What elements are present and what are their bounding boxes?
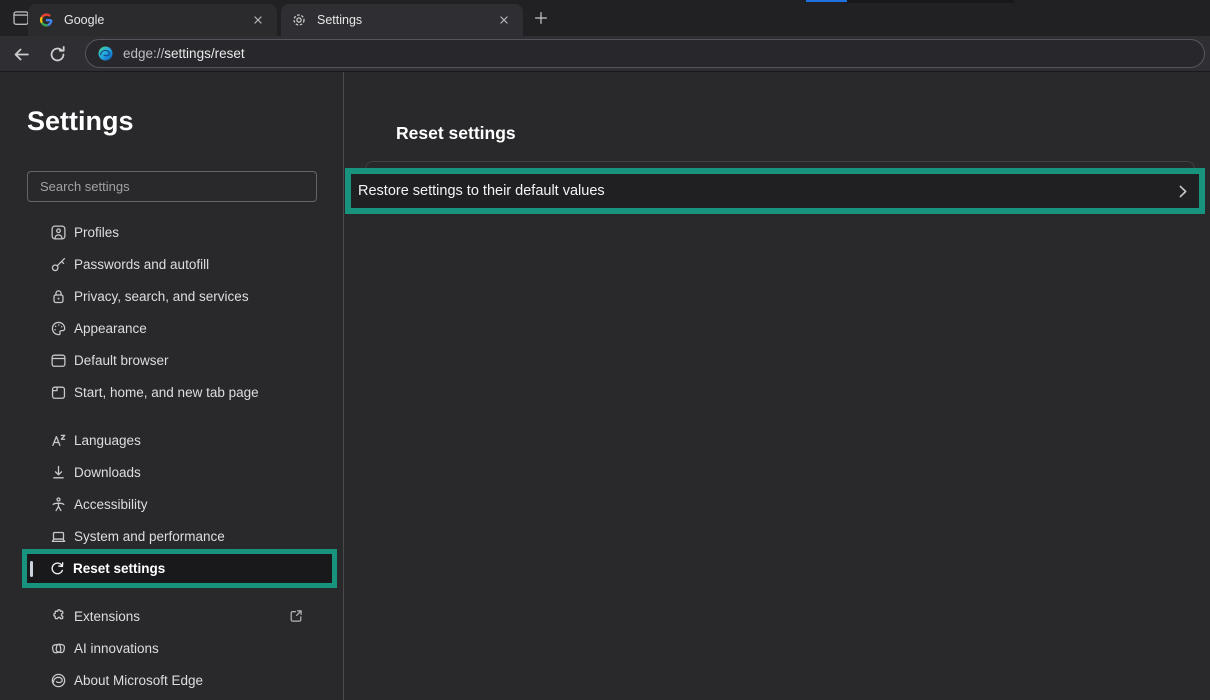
palette-icon <box>50 320 67 337</box>
restore-settings-label: Restore settings to their default values <box>358 183 605 199</box>
sidebar-item-label: Passwords and autofill <box>74 257 209 272</box>
puzzle-icon <box>50 608 67 625</box>
sidebar-item-label: About Microsoft Edge <box>74 673 203 688</box>
browser-window-icon <box>50 352 67 369</box>
sidebar-group-2: Languages Downloads Accessibility <box>0 424 343 552</box>
laptop-icon <box>50 528 67 545</box>
sidebar-item-extensions[interactable]: Extensions <box>0 600 343 632</box>
sidebar-item-languages[interactable]: Languages <box>0 424 343 456</box>
tab-title: Google <box>64 13 249 27</box>
sidebar-group-1: Profiles Passwords and autofill Privacy,… <box>0 216 343 408</box>
page-title: Reset settings <box>396 123 516 144</box>
chevron-right-icon <box>1173 182 1191 200</box>
edge-logo-icon <box>97 45 114 62</box>
sidebar-item-label: Start, home, and new tab page <box>74 385 259 400</box>
start-page-icon <box>50 384 67 401</box>
copilot-icon <box>50 640 67 657</box>
sidebar-item-system-performance[interactable]: System and performance <box>0 520 343 552</box>
url-path: settings/reset <box>164 46 244 61</box>
sidebar-item-label: Default browser <box>74 353 169 368</box>
edge-logo-gray-icon <box>50 672 67 689</box>
sidebar-item-ai-innovations[interactable]: AI innovations <box>0 632 343 664</box>
tab-strip: Google Settings <box>0 0 1210 36</box>
download-icon <box>50 464 67 481</box>
tab-close-icon[interactable] <box>249 11 267 29</box>
url-scheme: edge:// <box>123 46 164 61</box>
sidebar-title: Settings <box>27 106 134 137</box>
search-settings-input[interactable] <box>27 171 317 202</box>
sidebar-item-default-browser[interactable]: Default browser <box>0 344 343 376</box>
tab-title: Settings <box>317 13 495 27</box>
top-dark-notch <box>847 0 1014 3</box>
back-arrow-icon <box>12 45 31 64</box>
restore-settings-row-highlighted[interactable]: Restore settings to their default values <box>345 168 1205 214</box>
sidebar-item-passwords[interactable]: Passwords and autofill <box>0 248 343 280</box>
browser-window: Google Settings <box>0 0 1210 700</box>
sidebar-item-label: Extensions <box>74 609 140 624</box>
sidebar-item-start-home[interactable]: Start, home, and new tab page <box>0 376 343 408</box>
reset-icon <box>49 560 66 577</box>
sidebar-item-label: Profiles <box>74 225 119 240</box>
url-text: edge://settings/reset <box>123 46 245 61</box>
key-icon <box>50 256 67 273</box>
lock-icon <box>50 288 67 305</box>
top-blue-bar <box>806 0 847 2</box>
sidebar-item-profiles[interactable]: Profiles <box>0 216 343 248</box>
reload-button[interactable] <box>46 43 68 65</box>
sidebar-item-label: Reset settings <box>73 561 165 576</box>
sidebar-item-privacy[interactable]: Privacy, search, and services <box>0 280 343 312</box>
sidebar-item-label: Appearance <box>74 321 147 336</box>
tab-google[interactable]: Google <box>28 4 277 36</box>
sidebar-item-label: Privacy, search, and services <box>74 289 249 304</box>
sidebar-item-label: Accessibility <box>74 497 148 512</box>
sidebar-item-label: Downloads <box>74 465 141 480</box>
tab-close-icon[interactable] <box>495 11 513 29</box>
translate-icon <box>50 432 67 449</box>
toolbar: edge://settings/reset <box>0 36 1210 72</box>
settings-sidebar: Settings Profiles Passwords and autofill <box>0 72 344 700</box>
sidebar-item-label: System and performance <box>74 529 225 544</box>
tab-settings[interactable]: Settings <box>281 4 523 36</box>
new-tab-button[interactable] <box>530 7 552 29</box>
selection-indicator <box>30 561 33 577</box>
profiles-icon <box>50 224 67 241</box>
sidebar-item-accessibility[interactable]: Accessibility <box>0 488 343 520</box>
gear-favicon <box>291 12 307 28</box>
sidebar-item-reset-settings-highlighted[interactable]: Reset settings <box>22 549 337 588</box>
sidebar-group-3: Extensions AI innovations <box>0 600 343 696</box>
address-bar[interactable]: edge://settings/reset <box>85 39 1205 68</box>
google-favicon <box>38 12 54 28</box>
back-button[interactable] <box>10 43 32 65</box>
reload-icon <box>48 45 67 64</box>
sidebar-item-downloads[interactable]: Downloads <box>0 456 343 488</box>
sidebar-item-label: AI innovations <box>74 641 159 656</box>
plus-icon <box>533 10 549 26</box>
settings-main-pane: Reset settings Restore settings to their… <box>344 72 1210 700</box>
accessibility-icon <box>50 496 67 513</box>
sidebar-item-appearance[interactable]: Appearance <box>0 312 343 344</box>
sidebar-item-about-edge[interactable]: About Microsoft Edge <box>0 664 343 696</box>
external-link-icon <box>287 607 305 625</box>
sidebar-item-label: Languages <box>74 433 141 448</box>
